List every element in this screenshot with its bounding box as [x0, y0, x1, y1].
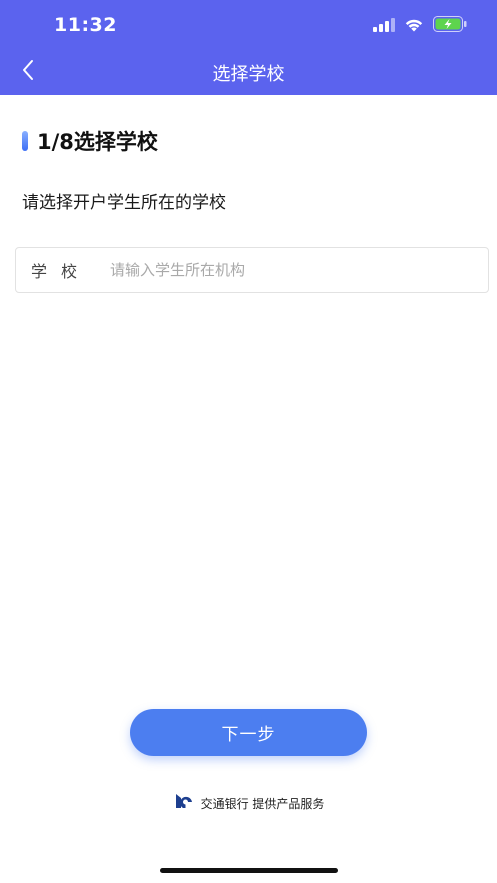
- step-heading: 1/8选择学校: [22, 126, 158, 156]
- school-field: 学校: [15, 247, 489, 293]
- step-marker-bar: [22, 131, 28, 151]
- status-bar: 11:32: [0, 0, 497, 50]
- school-field-label: 学校: [31, 262, 92, 281]
- provider-text: 交通银行 提供产品服务: [200, 796, 325, 811]
- battery-charging-icon: [433, 16, 467, 36]
- school-input[interactable]: [110, 250, 488, 290]
- home-indicator: [160, 868, 338, 873]
- status-time: 11:32: [54, 14, 117, 36]
- provider-footer: 交通银行 提供产品服务: [0, 792, 497, 814]
- bank-of-communications-logo-icon: [173, 792, 195, 814]
- nav-bar: 选择学校: [0, 50, 497, 95]
- wifi-icon: [404, 17, 424, 36]
- page-title: 选择学校: [212, 64, 285, 85]
- header: 11:32 选择学校: [0, 0, 497, 95]
- instruction-text: 请选择开户学生所在的学校: [22, 193, 226, 213]
- next-step-button[interactable]: 下一步: [130, 709, 367, 756]
- step-title: 1/8选择学校: [37, 130, 158, 154]
- status-icons: [373, 16, 467, 36]
- cellular-signal-icon: [373, 17, 395, 36]
